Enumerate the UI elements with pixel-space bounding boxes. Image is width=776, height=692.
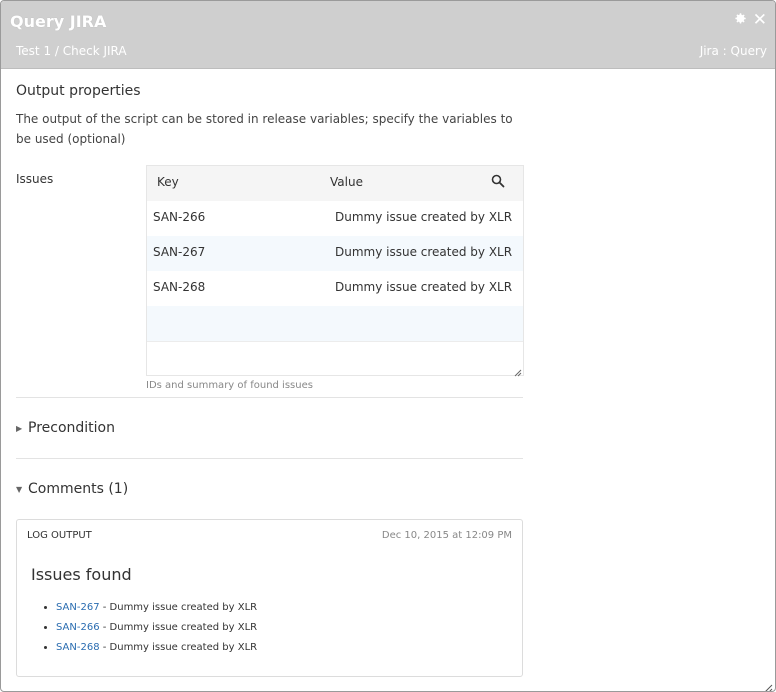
precondition-label: Precondition (28, 420, 115, 436)
task-type-label: Jira : Query (699, 44, 767, 58)
precondition-toggle[interactable]: ▶ Precondition (16, 398, 523, 458)
dialog-resize-icon[interactable] (763, 679, 773, 691)
issues-table[interactable]: Key Value SAN-266 Dummy issue created by… (146, 165, 524, 377)
issues-field: Issues Key Value SAN-266 Dummy issue cre… (16, 165, 524, 397)
row-key: SAN-267 (153, 245, 206, 259)
table-row[interactable]: SAN-268 Dummy issue created by XLR (147, 271, 523, 306)
gear-icon[interactable] (734, 12, 747, 28)
table-row[interactable]: SAN-266 Dummy issue created by XLR (147, 201, 523, 236)
header-actions: ✕ (734, 12, 767, 29)
issues-list: SAN-267 - Dummy issue created by XLR SAN… (41, 602, 257, 662)
log-header: LOG OUTPUT (27, 530, 92, 541)
column-key: Key (157, 175, 179, 189)
issue-link[interactable]: SAN-268 (56, 642, 100, 653)
table-row-empty[interactable] (147, 341, 523, 377)
search-icon[interactable] (491, 174, 505, 188)
dialog-header: Query JIRA ✕ Test 1 / Check JIRA Jira : … (1, 1, 775, 69)
dialog-title: Query JIRA (10, 12, 107, 31)
log-date: Dec 10, 2015 at 12:09 PM (381, 530, 512, 541)
table-header: Key Value (147, 166, 523, 201)
caret-down-icon: ▼ (16, 484, 23, 494)
list-item: SAN-268 - Dummy issue created by XLR (56, 642, 257, 654)
issue-link[interactable]: SAN-267 (56, 602, 100, 613)
issue-summary: - Dummy issue created by XLR (99, 622, 258, 633)
comments-label: Comments (1) (28, 481, 129, 497)
issue-link[interactable]: SAN-266 (56, 622, 100, 633)
breadcrumb: Test 1 / Check JIRA (16, 44, 127, 58)
issues-label: Issues (16, 172, 54, 186)
caret-right-icon: ▶ (16, 423, 23, 433)
column-value: Value (330, 175, 363, 189)
dialog-content: Output properties The output of the scri… (16, 69, 524, 677)
log-title: Issues found (31, 565, 132, 584)
row-value: Dummy issue created by XLR (335, 210, 513, 224)
issue-summary: - Dummy issue created by XLR (99, 642, 258, 653)
row-value: Dummy issue created by XLR (335, 280, 513, 294)
output-properties-title: Output properties (16, 83, 141, 99)
resize-handle-icon[interactable] (514, 366, 522, 377)
comments-toggle[interactable]: ▼ Comments (1) (16, 459, 523, 519)
output-description: The output of the script can be stored i… (16, 112, 513, 146)
list-item: SAN-266 - Dummy issue created by XLR (56, 622, 257, 634)
close-icon[interactable]: ✕ (753, 12, 767, 29)
row-key: SAN-266 (153, 210, 206, 224)
row-key: SAN-268 (153, 280, 206, 294)
log-output-comment: LOG OUTPUT Dec 10, 2015 at 12:09 PM Issu… (16, 519, 523, 677)
list-item: SAN-267 - Dummy issue created by XLR (56, 602, 257, 614)
query-jira-dialog: Query JIRA ✕ Test 1 / Check JIRA Jira : … (0, 0, 776, 692)
table-row-empty[interactable] (147, 306, 523, 341)
table-row[interactable]: SAN-267 Dummy issue created by XLR (147, 236, 523, 271)
issues-hint: IDs and summary of found issues (146, 380, 313, 391)
issue-summary: - Dummy issue created by XLR (99, 602, 258, 613)
row-value: Dummy issue created by XLR (335, 245, 513, 259)
